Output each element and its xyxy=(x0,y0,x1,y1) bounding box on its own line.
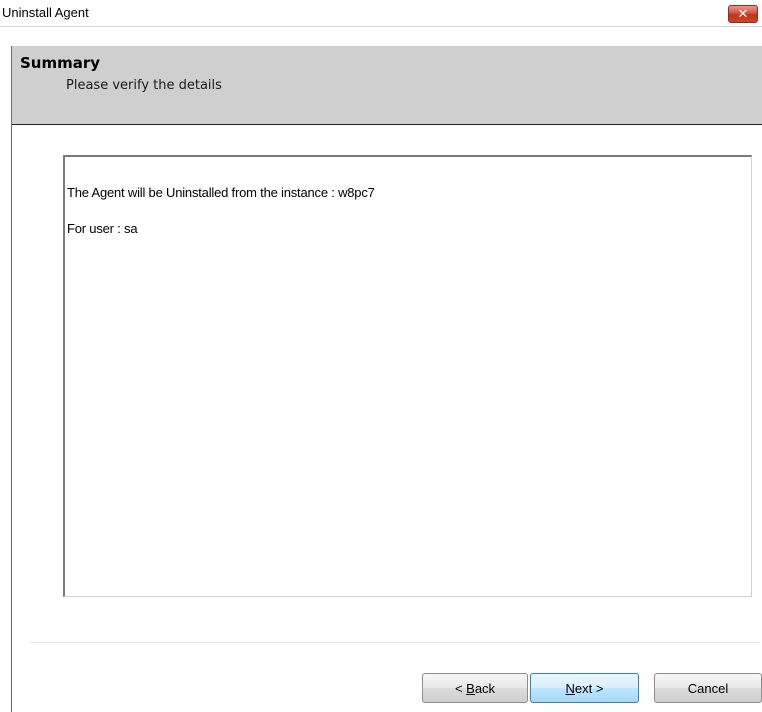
wizard-header: Summary Please verify the details xyxy=(12,46,762,125)
page-title: Summary xyxy=(20,54,101,72)
cancel-button-label: Cancel xyxy=(687,680,729,696)
close-button[interactable]: ✕ xyxy=(728,5,758,23)
window-title: Uninstall Agent xyxy=(2,5,89,20)
next-button[interactable]: Next > xyxy=(530,673,639,703)
title-bar[interactable]: Uninstall Agent ✕ xyxy=(0,0,762,27)
next-button-label: Next > xyxy=(565,680,604,696)
close-icon: ✕ xyxy=(737,6,749,22)
cancel-button[interactable]: Cancel xyxy=(654,673,762,703)
footer-separator xyxy=(30,642,760,643)
window-left-border xyxy=(11,46,12,712)
summary-line-user: For user : sa xyxy=(67,221,138,236)
summary-textbox[interactable]: The Agent will be Uninstalled from the i… xyxy=(63,155,752,597)
uninstall-agent-window: Uninstall Agent ✕ Summary Please verify … xyxy=(0,0,762,712)
back-button[interactable]: < Back xyxy=(422,673,528,703)
back-button-label: < Back xyxy=(454,680,496,696)
page-subtitle: Please verify the details xyxy=(66,78,222,93)
summary-line-instance: The Agent will be Uninstalled from the i… xyxy=(67,185,375,200)
